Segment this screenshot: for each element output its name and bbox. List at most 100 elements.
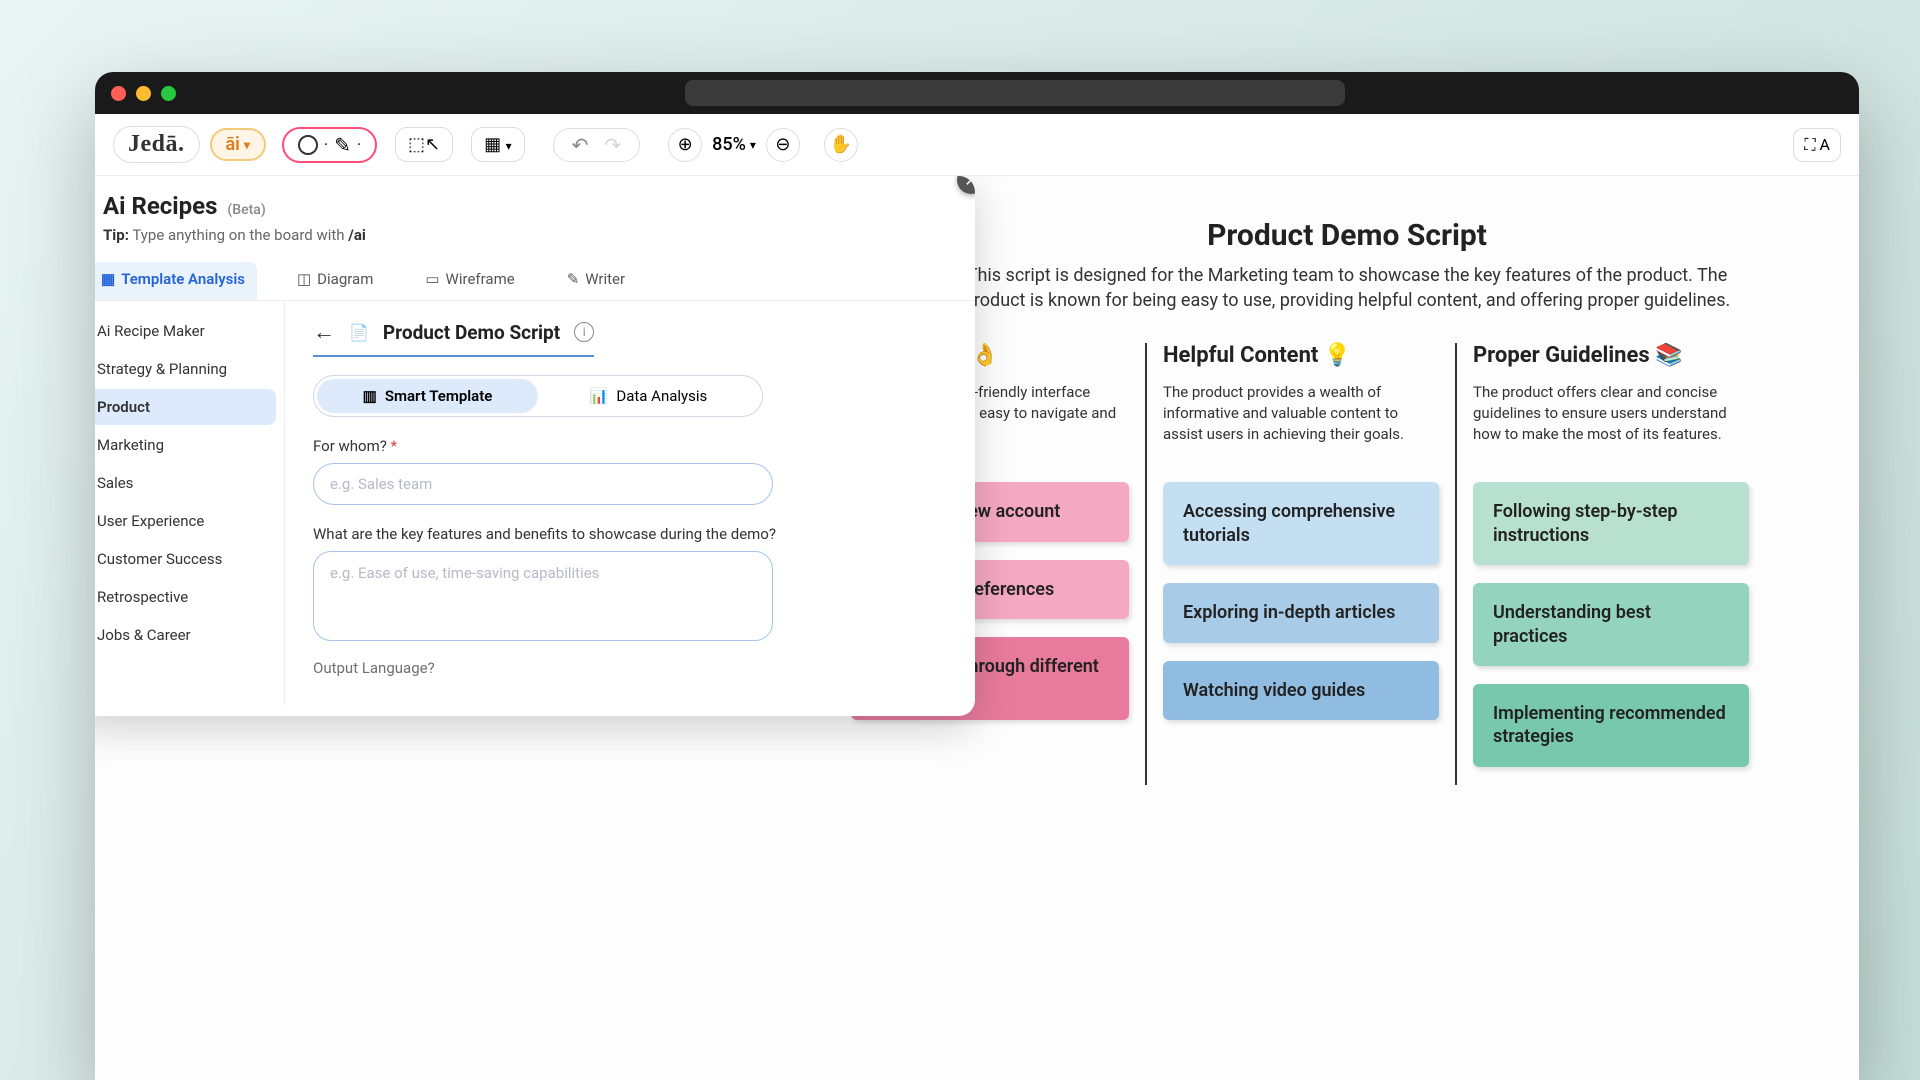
logo[interactable]: Jedā.	[113, 126, 200, 163]
column-heading: Proper Guidelines 📚	[1473, 343, 1749, 368]
output-language-label: Output Language?	[313, 659, 947, 677]
for-whom-label: For whom? *	[313, 437, 947, 455]
drawing-tool-group[interactable]: · ✎ ·	[282, 127, 377, 163]
chevron-down-icon: ▾	[244, 138, 250, 152]
document-icon: 📄	[349, 323, 369, 342]
card[interactable]: Exploring in-depth articles	[1163, 583, 1439, 642]
tab-label: Wireframe	[446, 270, 515, 288]
document-description: This script is designed for the Marketin…	[937, 263, 1757, 313]
sidebar-item-retrospective[interactable]: Retrospective	[95, 579, 276, 615]
history-group: ↶ ↷	[553, 128, 641, 162]
for-whom-input[interactable]	[313, 463, 773, 505]
pan-tool-button[interactable]: ✋	[824, 128, 858, 162]
fit-view-button[interactable]: ⛶ A	[1793, 128, 1841, 162]
features-textarea[interactable]	[313, 551, 773, 641]
hand-icon: ✋	[830, 134, 852, 155]
zoom-controls: ⊕ 85% ▾ ⊖	[668, 128, 800, 162]
tab-label: Template Analysis	[121, 270, 245, 288]
dot-icon: ·	[324, 135, 328, 154]
detail-title: Product Demo Script	[383, 321, 560, 344]
toolbar: Jedā. āi ▾ · ✎ · ⬚↖ ▦ ▾ ↶ ↷ ⊕ 85% ▾	[95, 114, 1859, 176]
sidebar-item-sales[interactable]: Sales	[95, 465, 276, 501]
sidebar-item-strategy-planning[interactable]: Strategy & Planning	[95, 351, 276, 387]
card[interactable]: Accessing comprehensive tutorials	[1163, 482, 1439, 565]
chevron-down-icon: ▾	[506, 139, 512, 153]
document-title: Product Demo Script	[835, 218, 1859, 253]
tab-writer[interactable]: ✎ Writer	[555, 262, 637, 300]
app-window: Jedā. āi ▾ · ✎ · ⬚↖ ▦ ▾ ↶ ↷ ⊕ 85% ▾	[95, 72, 1859, 1080]
panel-tabs: ▦ Template Analysis ◫ Diagram ▭ Wirefram…	[95, 252, 975, 301]
titlebar-address[interactable]	[685, 80, 1345, 106]
required-marker: *	[391, 437, 397, 455]
shape-circle-icon	[298, 135, 318, 155]
features-label: What are the key features and benefits t…	[313, 525, 947, 543]
column-description: The product offers clear and concise gui…	[1473, 382, 1749, 458]
card[interactable]: Implementing recommended strategies	[1473, 684, 1749, 767]
maximize-window-button[interactable]	[161, 86, 176, 101]
dot-icon: ·	[357, 135, 361, 154]
column-heading: Helpful Content 💡	[1163, 343, 1439, 368]
panel-detail: ← 📄 Product Demo Script i ▥ Smart Templa…	[285, 301, 975, 705]
toggle-smart-template[interactable]: ▥ Smart Template	[317, 379, 538, 413]
info-icon[interactable]: i	[574, 322, 594, 342]
column-description: The product provides a wealth of informa…	[1163, 382, 1439, 458]
fit-icon: ⛶ A	[1804, 135, 1830, 154]
ai-recipes-panel: ✕ Ai Recipes (Beta) Tip: Type anything o…	[95, 176, 975, 716]
tip-text: Type anything on the board with	[132, 226, 344, 244]
redo-button[interactable]: ↷	[598, 133, 627, 157]
canvas-content: Product Demo Script This script is desig…	[835, 218, 1859, 785]
column: Proper Guidelines 📚 The product offers cl…	[1455, 343, 1765, 784]
columns-container: Easy to Use 👌The product's user-friendly…	[835, 343, 1859, 784]
writer-icon: ✎	[567, 270, 580, 288]
close-icon: ✕	[964, 176, 975, 190]
panel-sidebar: Ai Recipe MakerStrategy & PlanningProduc…	[95, 301, 285, 705]
toggle-data-analysis[interactable]: 📊 Data Analysis	[538, 379, 759, 413]
tab-wireframe[interactable]: ▭ Wireframe	[413, 262, 526, 300]
sidebar-item-customer-success[interactable]: Customer Success	[95, 541, 276, 577]
ai-menu-button[interactable]: āi ▾	[210, 128, 266, 161]
sidebar-item-user-experience[interactable]: User Experience	[95, 503, 276, 539]
template-icon: ▥	[363, 387, 377, 405]
zoom-out-button[interactable]: ⊖	[766, 128, 800, 162]
close-window-button[interactable]	[111, 86, 126, 101]
zoom-out-icon: ⊖	[775, 134, 790, 155]
minimize-window-button[interactable]	[136, 86, 151, 101]
detail-header: ← 📄 Product Demo Script i	[313, 319, 594, 357]
select-tool-button[interactable]: ⬚↖	[395, 127, 453, 162]
panel-header: Ai Recipes (Beta) Tip: Type anything on …	[95, 176, 975, 252]
zoom-in-icon: ⊕	[678, 134, 693, 155]
ai-label: āi	[226, 134, 240, 155]
grid-icon: ▦	[484, 134, 501, 155]
grid-tool-button[interactable]: ▦ ▾	[471, 127, 525, 162]
toggle-label: Data Analysis	[616, 387, 707, 405]
card[interactable]: Watching video guides	[1163, 661, 1439, 720]
chart-icon: 📊	[590, 387, 609, 405]
cursor-icon: ⬚↖	[408, 134, 440, 155]
undo-button[interactable]: ↶	[566, 133, 595, 157]
titlebar	[95, 72, 1859, 114]
template-mode-toggle: ▥ Smart Template 📊 Data Analysis	[313, 375, 763, 417]
sidebar-item-jobs-career[interactable]: Jobs & Career	[95, 617, 276, 653]
canvas[interactable]: Product Demo Script This script is desig…	[95, 176, 1859, 1080]
tab-label: Writer	[585, 270, 625, 288]
sidebar-item-marketing[interactable]: Marketing	[95, 427, 276, 463]
zoom-in-button[interactable]: ⊕	[668, 128, 702, 162]
column: Helpful Content 💡 The product provides a …	[1145, 343, 1455, 784]
right-tools: ⛶ A	[1793, 128, 1841, 162]
pen-icon: ✎	[334, 133, 351, 157]
traffic-lights	[111, 86, 176, 101]
back-button[interactable]: ←	[313, 319, 335, 345]
panel-tip: Tip: Type anything on the board with /ai	[103, 226, 947, 244]
panel-body: Ai Recipe MakerStrategy & PlanningProduc…	[95, 301, 975, 705]
tab-template-analysis[interactable]: ▦ Template Analysis	[95, 262, 257, 300]
tip-command: /ai	[348, 226, 366, 244]
tab-diagram[interactable]: ◫ Diagram	[285, 262, 385, 300]
card[interactable]: Understanding best practices	[1473, 583, 1749, 666]
sidebar-item-product[interactable]: Product	[95, 389, 276, 425]
template-icon: ▦	[101, 270, 115, 288]
tip-prefix: Tip:	[103, 226, 129, 244]
sidebar-item-ai-recipe-maker[interactable]: Ai Recipe Maker	[95, 313, 276, 349]
wireframe-icon: ▭	[425, 270, 439, 288]
zoom-level-dropdown[interactable]: 85% ▾	[712, 134, 756, 155]
card[interactable]: Following step-by-step instructions	[1473, 482, 1749, 565]
